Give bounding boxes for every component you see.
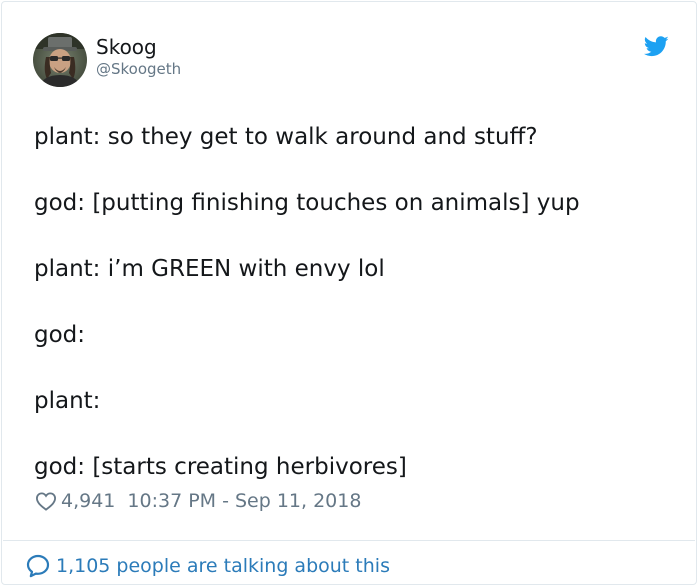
tweet-text-line: plant: so they get to walk around and st…	[34, 124, 538, 150]
tweet-text-line: plant: i’m GREEN with envy lol	[34, 256, 385, 282]
heart-icon[interactable]	[35, 491, 57, 511]
avatar-image	[33, 33, 87, 87]
conversation-label[interactable]: 1,105 people are talking about this	[56, 555, 390, 577]
display-name[interactable]: Skoog	[96, 35, 157, 59]
user-handle[interactable]: @Skoogeth	[96, 60, 181, 78]
tweet-text-line: plant:	[34, 388, 101, 414]
tweet-timestamp[interactable]: 10:37 PM - Sep 11, 2018	[127, 490, 361, 512]
tweet-text-line: god: [putting finishing touches on anima…	[34, 190, 580, 216]
divider	[3, 540, 695, 541]
conversation-link[interactable]: 1,105 people are talking about this	[25, 552, 390, 580]
avatar[interactable]	[33, 33, 87, 87]
tweet-meta: 4,941 10:37 PM - Sep 11, 2018	[35, 489, 361, 513]
tweet-text-line: god: [starts creating herbivores]	[34, 454, 407, 480]
tweet-card: Skoog @Skoogeth plant: so they get to wa…	[1, 1, 697, 585]
like-count[interactable]: 4,941	[61, 490, 115, 512]
comment-bubble-icon	[26, 554, 50, 578]
tweet-text-line: god:	[34, 322, 86, 348]
twitter-bird-icon[interactable]	[644, 36, 669, 57]
